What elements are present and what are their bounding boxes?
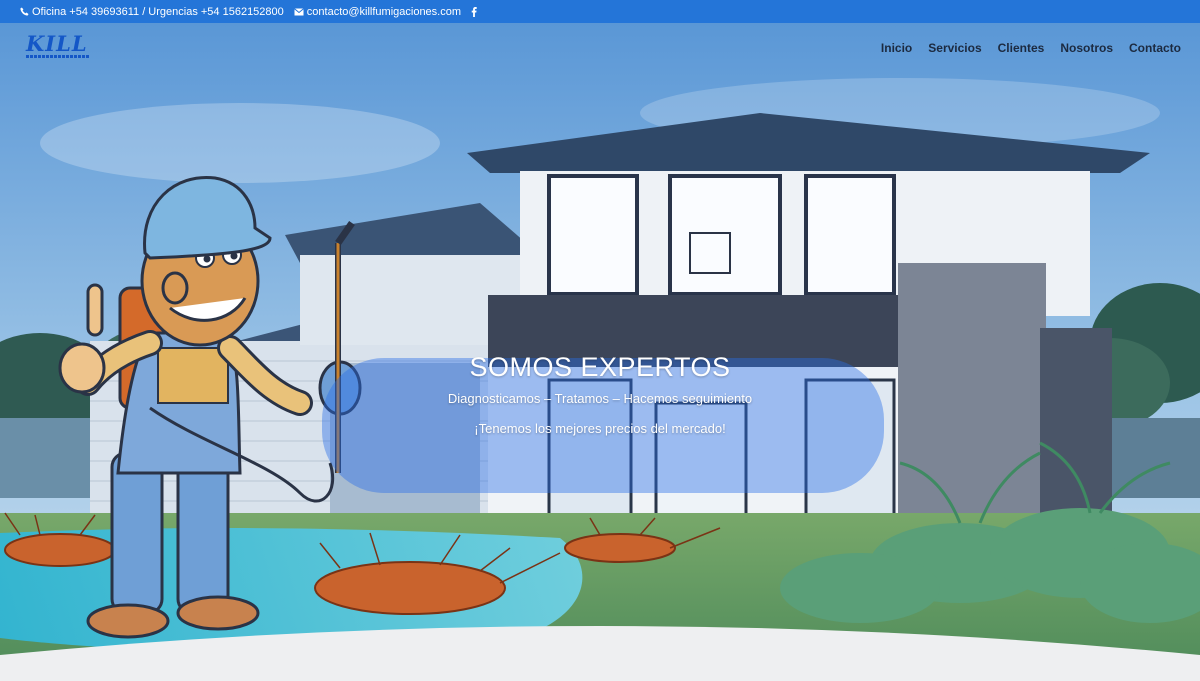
site-header: KILL Inicio Servicios Clientes Nosotros … bbox=[0, 23, 1200, 75]
facebook-link[interactable] bbox=[471, 6, 477, 17]
nav-inicio[interactable]: Inicio bbox=[881, 41, 912, 55]
nav-servicios[interactable]: Servicios bbox=[928, 41, 981, 55]
phone-info[interactable]: Oficina +54 39693611 / Urgencias +54 156… bbox=[20, 6, 284, 18]
hero-price-line: ¡Tenemos los mejores precios del mercado… bbox=[474, 421, 726, 436]
phone-numbers: Oficina +54 39693611 / Urgencias +54 156… bbox=[32, 5, 284, 18]
top-contact-bar: Oficina +54 39693611 / Urgencias +54 156… bbox=[0, 0, 1200, 23]
site-logo[interactable]: KILL bbox=[26, 31, 90, 61]
logo-wordmark: KILL bbox=[26, 31, 88, 56]
email-link[interactable]: contacto@killfumigaciones.com bbox=[293, 5, 462, 18]
section-divider-wave bbox=[0, 626, 1200, 681]
phone-icon bbox=[20, 7, 29, 16]
email-address: contacto@killfumigaciones.com bbox=[306, 5, 462, 18]
nav-clientes[interactable]: Clientes bbox=[998, 41, 1045, 55]
nav-nosotros[interactable]: Nosotros bbox=[1060, 41, 1113, 55]
hero-title: SOMOS EXPERTOS bbox=[469, 352, 731, 382]
hero-subtitle: Diagnosticamos – Tratamos – Hacemos segu… bbox=[447, 391, 753, 406]
envelope-icon bbox=[293, 7, 304, 16]
nav-contacto[interactable]: Contacto bbox=[1129, 41, 1181, 55]
main-nav: Inicio Servicios Clientes Nosotros Conta… bbox=[881, 41, 1181, 55]
facebook-icon bbox=[471, 6, 477, 17]
hero-text: SOMOS EXPERTOS Diagnosticamos – Tratamos… bbox=[400, 352, 800, 436]
